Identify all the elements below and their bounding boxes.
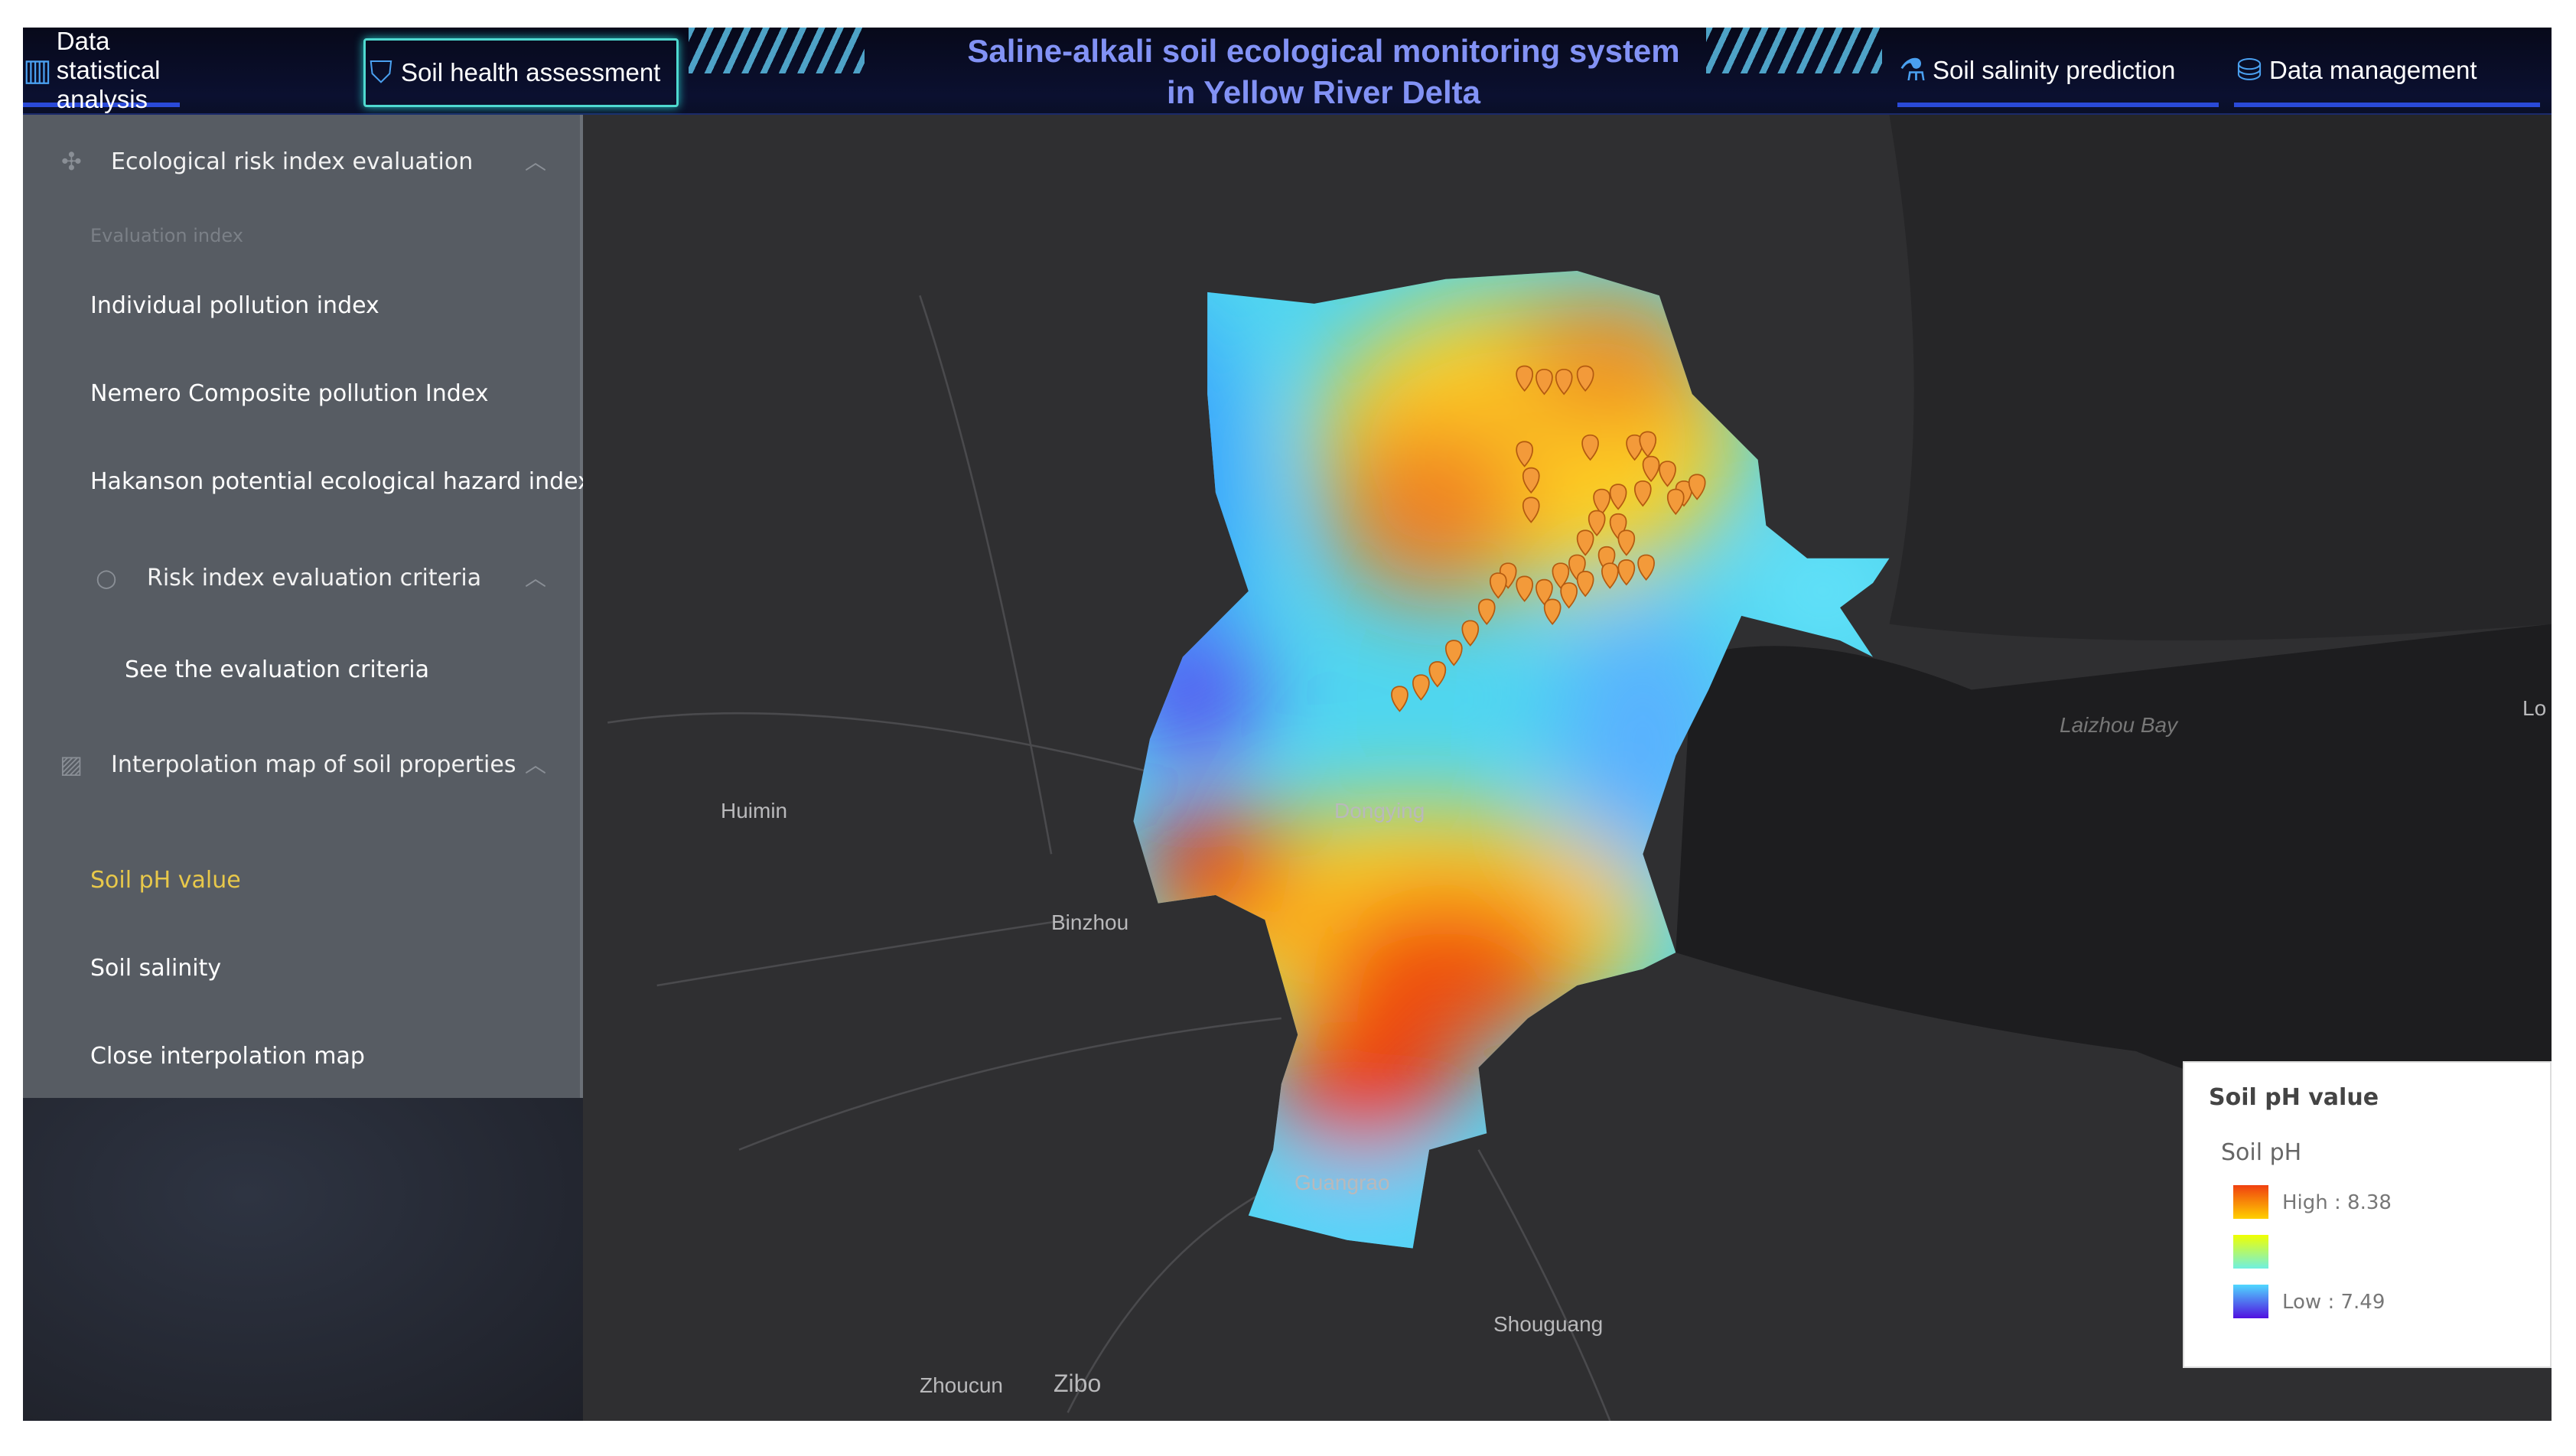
nav-soil-health-assessment[interactable]: ⛉ Soil health assessment xyxy=(363,38,679,107)
menu-item-close-interpolation[interactable]: Close interpolation map xyxy=(90,1043,365,1070)
title-line-2: in Yellow River Delta xyxy=(1166,74,1481,110)
move-icon: ✣ xyxy=(61,147,82,176)
nav-label: Data statistical analysis xyxy=(56,28,161,113)
place-label-huimin: Huimin xyxy=(721,799,788,822)
database-icon: ⛁ xyxy=(2236,54,2262,87)
place-label-dongying: Dongying xyxy=(1334,799,1425,822)
see-criteria-link[interactable]: See the evaluation criteria xyxy=(125,656,429,683)
legend-swatch-high xyxy=(2233,1185,2268,1219)
place-label-binzhou: Binzhou xyxy=(1051,910,1129,934)
header: ▥ Data statistical analysis ⛉ Soil healt… xyxy=(23,28,2552,115)
bar-chart-icon: ▥ xyxy=(23,54,52,87)
app-screen: ▥ Data statistical analysis ⛉ Soil healt… xyxy=(23,28,2552,1421)
nav-label: Soil salinity prediction xyxy=(1933,56,2176,84)
map-legend: Soil pH value Soil pH High : 8.38 Low : … xyxy=(2183,1061,2552,1368)
nav-data-management[interactable]: ⛁ Data management xyxy=(2234,38,2540,107)
title-line-1: Saline-alkali soil ecological monitoring… xyxy=(967,33,1680,69)
evaluation-index-label: Evaluation index xyxy=(90,225,243,246)
menu-item-nemero[interactable]: Nemero Composite pollution Index xyxy=(90,380,488,407)
menu-item-hakanson[interactable]: Hakanson potential ecological hazard ind… xyxy=(90,468,591,495)
section-risk-criteria[interactable]: Risk index evaluation criteria xyxy=(147,565,481,591)
legend-low-label: Low : 7.49 xyxy=(2282,1291,2385,1314)
header-decoration xyxy=(1706,28,1882,73)
chevron-up-icon[interactable]: ︿ xyxy=(525,562,546,592)
image-icon: ▨ xyxy=(60,750,83,779)
legend-title: Soil pH value xyxy=(2209,1084,2379,1111)
header-decoration xyxy=(689,28,865,73)
place-label-laizhou-bay: Laizhou Bay xyxy=(2060,713,2178,737)
sea-area-north xyxy=(1889,115,2552,641)
legend-swatch-low xyxy=(2233,1285,2268,1318)
menu-item-individual-pollution[interactable]: Individual pollution index xyxy=(90,292,379,319)
menu-item-soil-salinity[interactable]: Soil salinity xyxy=(90,955,221,982)
page-title: Saline-alkali soil ecological monitoring… xyxy=(903,31,1744,113)
sidebar-background xyxy=(23,1098,583,1421)
chevron-up-icon[interactable]: ︿ xyxy=(525,145,546,176)
search-icon: ○ xyxy=(96,563,117,592)
place-label-guangrao: Guangrao xyxy=(1295,1171,1390,1194)
legend-subtitle: Soil pH xyxy=(2221,1139,2302,1166)
legend-high-label: High : 8.38 xyxy=(2282,1191,2392,1214)
legend-swatch-mid xyxy=(2233,1235,2268,1269)
place-label-zhoucun: Zhoucun xyxy=(920,1373,1003,1397)
place-label-shouguang: Shouguang xyxy=(1493,1312,1604,1336)
shield-pulse-icon: ⛉ xyxy=(370,55,392,90)
chevron-up-icon[interactable]: ︿ xyxy=(525,748,546,779)
section-interpolation-map[interactable]: Interpolation map of soil properties xyxy=(111,751,516,778)
nav-data-statistical-analysis[interactable]: ▥ Data statistical analysis xyxy=(23,28,180,113)
section-ecological-risk[interactable]: Ecological risk index evaluation xyxy=(111,148,473,175)
nav-label: Data management xyxy=(2269,56,2477,84)
menu-item-soil-ph[interactable]: Soil pH value xyxy=(90,867,241,894)
place-label-cut: Lo xyxy=(2522,696,2547,720)
nav-label: Soil health assessment xyxy=(401,58,661,86)
sidebar: ✣ Ecological risk index evaluation ︿ Eva… xyxy=(23,115,591,1098)
prediction-icon: ⚗ xyxy=(1899,54,1926,87)
nav-soil-salinity-prediction[interactable]: ⚗ Soil salinity prediction xyxy=(1897,38,2219,107)
place-label-zibo: Zibo xyxy=(1054,1370,1102,1397)
